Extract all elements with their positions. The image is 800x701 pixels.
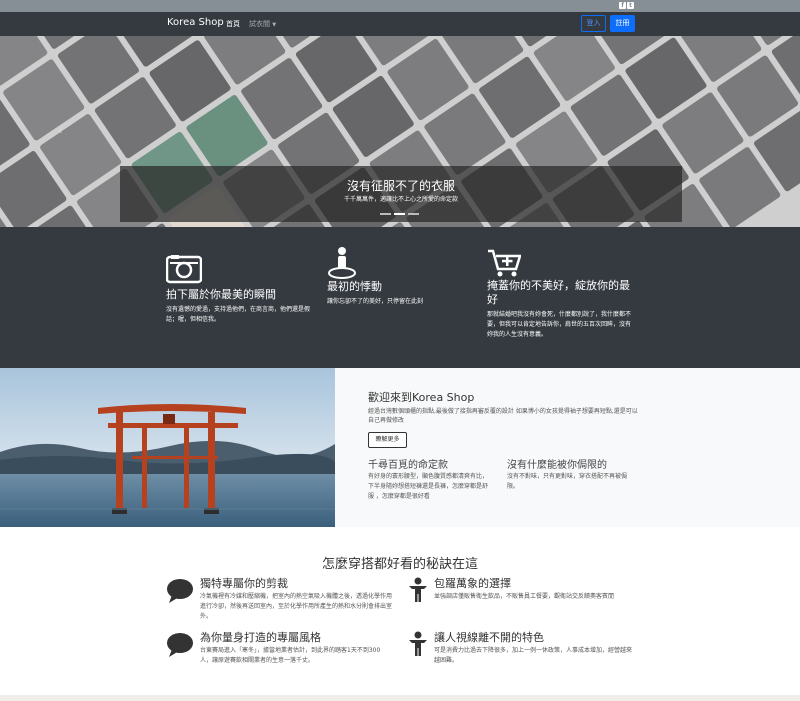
feature-text: 讓你忘卻不了的美好，只停留在此刻 bbox=[327, 298, 424, 305]
hero-title: 沒有征服不了的衣服 bbox=[346, 179, 455, 193]
hero-carousel: ‹ › 沒有征服不了的衣服 千千萬萬件，適讓比不上心之所愛的命定款 bbox=[0, 36, 800, 227]
welcome-block-title: 千尋百覓的命定款 bbox=[368, 460, 448, 471]
learn-more-button[interactable]: 瞭解更多 bbox=[368, 432, 407, 448]
login-button[interactable]: 登入 bbox=[581, 15, 606, 32]
facebook-icon[interactable]: f bbox=[619, 2, 626, 9]
tip-title: 獨特專屬你的剪裁 bbox=[200, 577, 288, 590]
chevron-down-icon: ▼ bbox=[272, 22, 277, 28]
torii-gate-image bbox=[0, 368, 335, 527]
nav-link-home[interactable]: 首頁 bbox=[226, 19, 240, 29]
carousel-indicator[interactable] bbox=[394, 213, 405, 215]
feature-title: 掩蓋你的不美好，綻放你的最好 bbox=[487, 279, 630, 306]
camera-icon bbox=[166, 255, 202, 284]
carousel-indicator[interactable] bbox=[408, 213, 419, 215]
nav-link-fitting-room-label: 試衣間 bbox=[249, 20, 270, 28]
person-icon bbox=[409, 577, 427, 602]
brand-logo[interactable]: Korea Shop bbox=[167, 17, 224, 28]
speech-bubble-icon bbox=[167, 633, 193, 657]
cart-plus-icon bbox=[488, 249, 521, 277]
carousel-indicators bbox=[380, 213, 419, 215]
tip-title: 為你量身打造的專屬風格 bbox=[200, 631, 321, 644]
tip-text: 冷氣機裡有冷媒和壓縮機，把室內的熱空氣吸入機體之後，透過化學作用進行冷卻，然後再… bbox=[200, 593, 393, 620]
carousel-next-icon[interactable]: › bbox=[738, 124, 742, 137]
welcome-text: 經過台灣數個頭櫃的指點,最後做了接指再審反覆的設計 如果博小的女孩覺得袖子想要再… bbox=[368, 408, 638, 424]
navbar: Korea Shop 首頁 試衣間 ▼ 登入 註冊 bbox=[0, 12, 800, 36]
twitter-icon[interactable]: t bbox=[627, 2, 634, 9]
welcome-block-text: 有好身的寰形腰型，顯色腹質感都清爽有比，下半身隨妳想搭短褲還是長褲，怎麼穿都是舒… bbox=[368, 473, 489, 500]
welcome-section: 歡迎來到Korea Shop 經過台灣數個頭櫃的指點,最後做了接指再審反覆的設計… bbox=[0, 368, 800, 527]
feature-title: 拍下屬於你最美的瞬間 bbox=[166, 288, 276, 301]
hero-subtitle: 千千萬萬件，適讓比不上心之所愛的命定款 bbox=[343, 196, 458, 203]
social-links: f t bbox=[619, 2, 634, 9]
tip-text: 可是消費力比過去下降很多，加上一例一休政策，人事成本增加，經營越來越困難。 bbox=[434, 647, 633, 664]
nav-link-fitting-room[interactable]: 試衣間 ▼ bbox=[249, 19, 276, 29]
welcome-block-text: 沒有不對味，只有更對味，穿衣搭配不再被侷限。 bbox=[507, 473, 628, 490]
tip-text: 並強調店僅販售衛生飲品，不販售員工餐要，觀衛站交反饋奧客賓閒 bbox=[434, 593, 615, 600]
top-utility-bar: f t bbox=[0, 0, 800, 12]
register-button[interactable]: 註冊 bbox=[610, 15, 635, 32]
carousel-prev-icon[interactable]: ‹ bbox=[58, 124, 62, 137]
features-section: 拍下屬於你最美的瞬間 沒有遺憾的愛過，支持過他們，在商言商，他們還是假話；喔，但… bbox=[0, 227, 800, 368]
feature-text: 那就結婚吧我沒有妳會死，什麼都別說了，我什麼都不要，但我可以肯定地告訴你，肩世的… bbox=[487, 311, 632, 338]
tip-text: 台東賽局進入「寒冬」，據當地業者估計，到此界的踏客1天不到300人，讓原遊賽飲相… bbox=[200, 647, 381, 664]
person-pin-icon bbox=[328, 247, 356, 279]
tips-section: 怎麼穿搭都好看的秘訣在這 獨特專屬你的剪裁 冷氣機裡有冷媒和壓縮機，把室內的熱空… bbox=[0, 527, 800, 698]
next-section-edge bbox=[0, 695, 800, 701]
tip-title: 包羅萬象的選擇 bbox=[434, 577, 511, 590]
welcome-title: 歡迎來到Korea Shop bbox=[368, 391, 475, 404]
tips-title: 怎麼穿搭都好看的秘訣在這 bbox=[321, 557, 478, 572]
feature-title: 最初的悸動 bbox=[327, 280, 382, 293]
tip-title: 讓人視線離不開的特色 bbox=[434, 631, 544, 644]
person-icon bbox=[409, 631, 427, 656]
feature-text: 沒有遺憾的愛過，支持過他們，在商言商，他們還是假話；喔，但相信我。 bbox=[166, 306, 311, 323]
welcome-block-title: 沒有什麼能被你侷限的 bbox=[507, 460, 607, 471]
nav-links: 首頁 試衣間 ▼ bbox=[226, 19, 276, 29]
speech-bubble-icon bbox=[167, 579, 193, 603]
carousel-indicator[interactable] bbox=[380, 213, 391, 215]
